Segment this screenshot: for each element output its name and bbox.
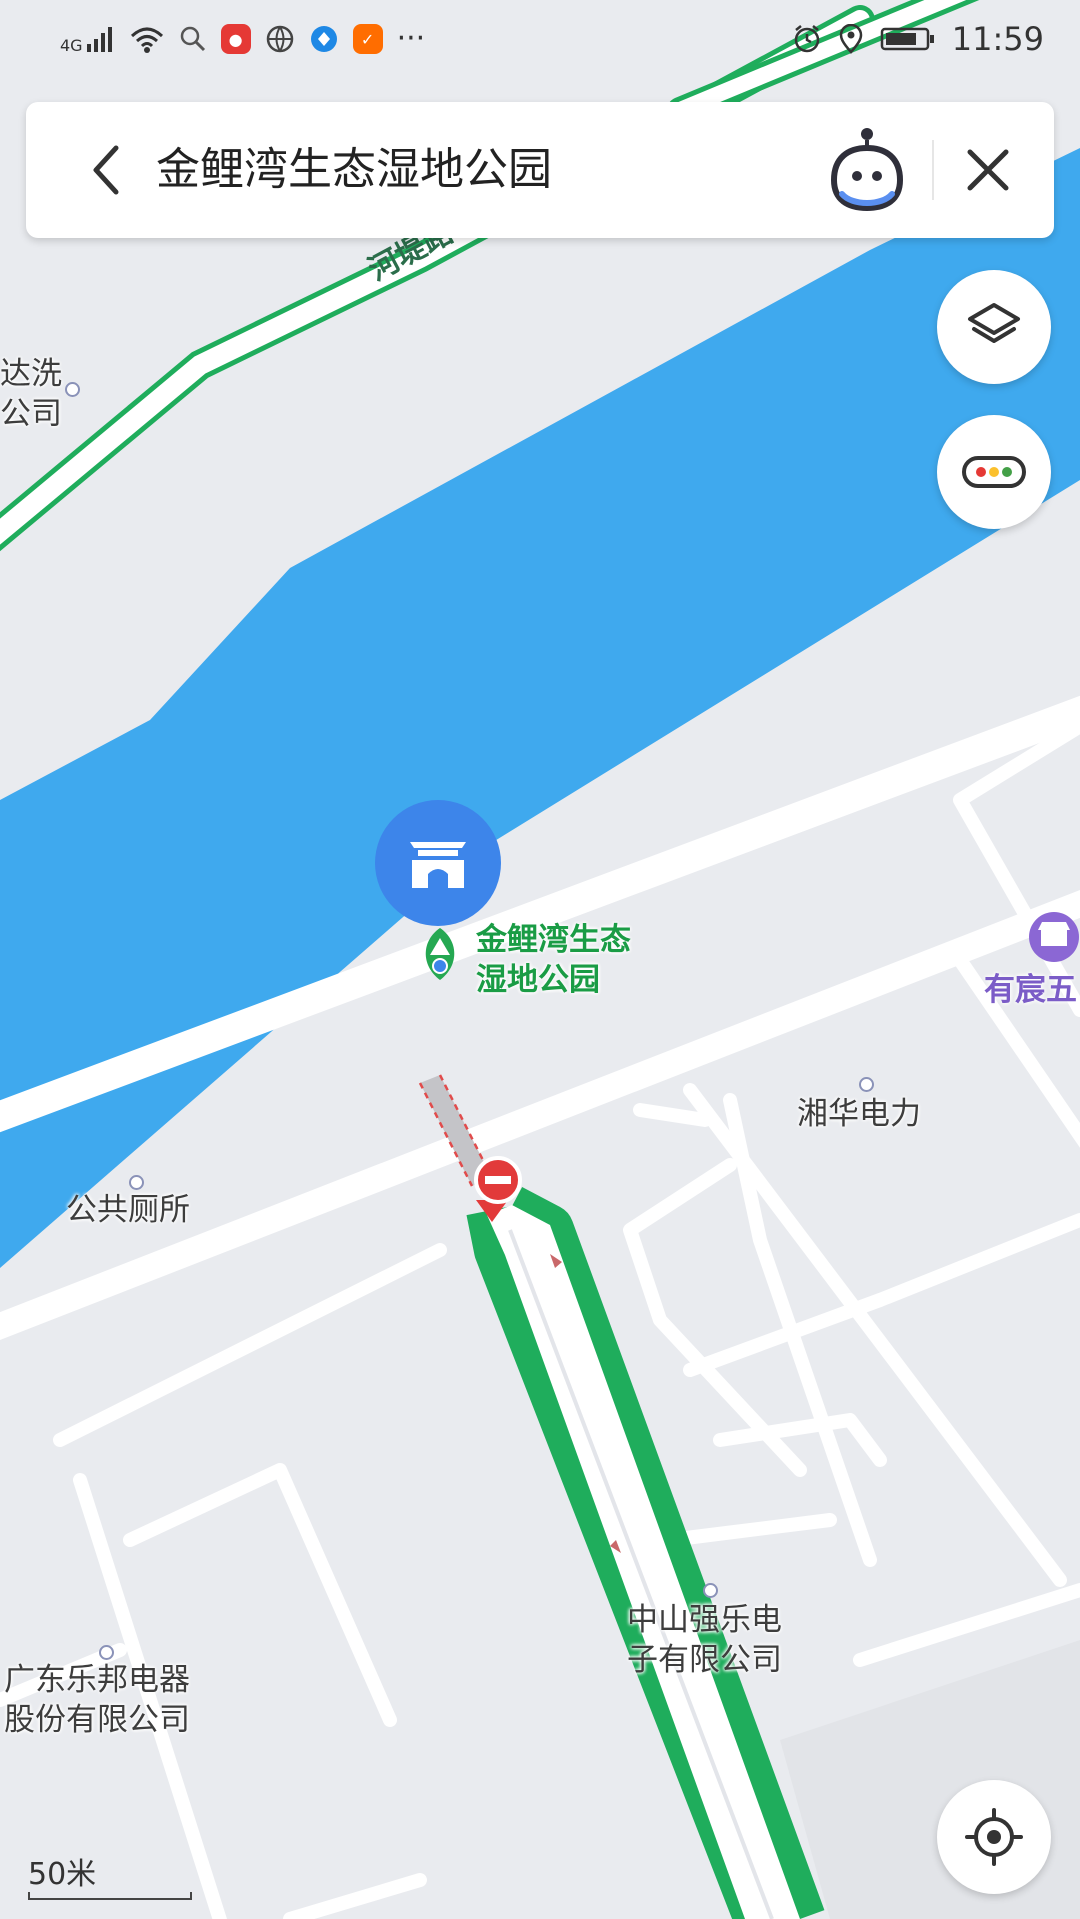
search-bar[interactable]: 金鲤湾生态湿地公园 xyxy=(26,102,1054,238)
alarm-icon xyxy=(794,25,820,53)
poi-label-xianghua[interactable]: 湘华电力 xyxy=(797,1094,921,1134)
network-type: 4G xyxy=(60,36,83,55)
poi-dot xyxy=(99,1645,114,1660)
layers-button[interactable] xyxy=(937,270,1051,384)
search-status-icon xyxy=(180,26,205,52)
status-left: 4G ● ✓ ··· xyxy=(60,14,425,64)
wifi-icon xyxy=(130,27,163,53)
park-label-line1: 金鲤湾生态 xyxy=(476,922,631,958)
chevron-left-icon xyxy=(93,145,119,195)
status-bar: 4G ● ✓ ··· 11:59 xyxy=(0,0,1080,76)
poi-label-line: 股份有限公司 xyxy=(4,1702,190,1738)
browser-app-icon xyxy=(266,25,293,53)
poi-label-line: 子有限公司 xyxy=(627,1642,782,1678)
poi-dot xyxy=(703,1583,718,1598)
assistant-robot-icon xyxy=(830,128,904,212)
poi-label-line: 中山强乐电 xyxy=(627,1602,782,1638)
poi-label-guangdong[interactable]: 广东乐邦电器 股份有限公司 xyxy=(4,1660,190,1740)
poi-label-toilet[interactable]: 公共厕所 xyxy=(66,1190,190,1230)
close-button[interactable] xyxy=(960,142,1016,198)
park-label-line2: 湿地公园 xyxy=(476,962,600,998)
close-icon xyxy=(967,149,1009,191)
compass-app-icon xyxy=(310,26,337,52)
assistant-button[interactable] xyxy=(828,124,906,216)
shop-label[interactable]: 有宸五 xyxy=(984,970,1077,1010)
locate-icon xyxy=(965,1808,1023,1866)
poi-dot xyxy=(65,382,80,397)
poi-label-line: 达洗 xyxy=(0,356,62,392)
poi-label-line: 广东乐邦电器 xyxy=(4,1662,190,1698)
map-scale: 50米 xyxy=(28,1858,192,1900)
scale-bar xyxy=(28,1892,192,1900)
location-status-icon xyxy=(839,24,863,54)
layers-icon xyxy=(968,303,1020,343)
shopping-app-icon: ✓ xyxy=(352,24,383,54)
status-time: 11:59 xyxy=(951,20,1044,58)
poi-dot xyxy=(129,1175,144,1190)
poi-label-zhongshan[interactable]: 中山强乐电 子有限公司 xyxy=(627,1600,782,1680)
shop-icon[interactable] xyxy=(1029,912,1079,962)
more-status-icon: ··· xyxy=(396,21,426,56)
battery-icon xyxy=(880,27,934,51)
poi-label-top-left[interactable]: 达洗 公司 xyxy=(0,354,62,434)
traffic-light-icon xyxy=(962,456,1026,488)
scale-label: 50米 xyxy=(28,1857,97,1892)
park-gate-icon[interactable] xyxy=(375,800,501,926)
search-query[interactable]: 金鲤湾生态湿地公园 xyxy=(156,142,552,198)
search-divider xyxy=(932,140,934,200)
signal-icon: 4G xyxy=(60,24,115,54)
back-button[interactable] xyxy=(82,138,132,202)
recorder-app-icon: ● xyxy=(220,24,251,54)
poi-dot xyxy=(859,1077,874,1092)
locate-button[interactable] xyxy=(937,1780,1051,1894)
traffic-button[interactable] xyxy=(937,415,1051,529)
poi-label-line: 公司 xyxy=(0,396,62,432)
park-label[interactable]: 金鲤湾生态 湿地公园 xyxy=(476,920,631,1000)
status-right: 11:59 xyxy=(792,14,1044,64)
